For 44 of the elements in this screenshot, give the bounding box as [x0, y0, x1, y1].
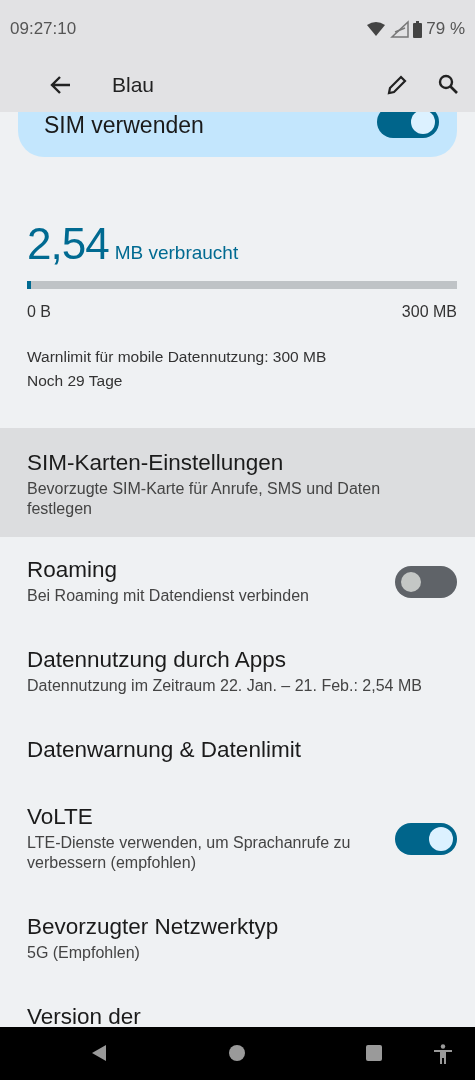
settings-item[interactable]: Bevorzugter Netzwerktyp 5G (Empfohlen) [0, 894, 475, 984]
battery-level: 79 % [426, 19, 465, 39]
warning-limit: Warnlimit für mobile Datennutzung: 300 MB [27, 347, 328, 367]
clock: 09:27:10 [10, 19, 77, 39]
item-title: SIM-Karten-Einstellungen [27, 450, 285, 476]
settings-item[interactable]: Version der [0, 984, 475, 1027]
item-title: Datennutzung durch Apps [27, 647, 287, 673]
remaining-days: Noch 29 Tage [27, 369, 457, 393]
item-title: VoLTE [27, 804, 94, 830]
item-title: Bevorzugter Netzwerktyp [27, 914, 280, 940]
item-summary: Bevorzugte SIM-Karte für Anrufe, SMS und Daten festlegen [27, 479, 382, 519]
signal-icon [389, 20, 410, 38]
edit-button[interactable] [386, 74, 408, 96]
item-summary: LTE-Dienste verwenden, um Sprachanrufe zu verbessern (empfohlen) [27, 833, 352, 873]
usage-unit: MB verbraucht [114, 242, 239, 264]
back-button[interactable] [50, 75, 72, 95]
item-title: Roaming [27, 557, 119, 583]
item-title: Version der [27, 1004, 142, 1027]
settings-item[interactable]: SIM-Karten-Einstellungen Bevorzugte SIM-Karte für Anrufe, SMS und Daten festlegen [0, 428, 475, 537]
page-title: Blau [112, 73, 156, 97]
switch-label: SIM verwenden [44, 112, 205, 138]
settings-item[interactable]: VoLTE LTE-Dienste verwenden, um Sprachanrufe zu verbessern (empfohlen) [0, 784, 475, 894]
settings-item[interactable]: Datenwarnung & Datenlimit [0, 717, 475, 784]
battery-icon [413, 20, 423, 38]
toggle-switch[interactable] [395, 822, 457, 855]
accessibility-icon[interactable] [434, 1044, 452, 1064]
settings-item[interactable]: Datennutzung durch Apps Datennutzung im Zeitraum 22. Jan. – 21. Feb.: 2,54 MB [0, 627, 475, 717]
item-summary: Bei Roaming mit Datendienst verbinden [27, 586, 310, 606]
toggle-switch[interactable] [395, 565, 457, 598]
wifi-icon [367, 22, 386, 36]
back-arrow-icon [50, 75, 72, 95]
usage-amount: 2,54 [27, 219, 109, 269]
pencil-icon [386, 74, 408, 96]
back-icon[interactable] [91, 1045, 107, 1061]
home-icon[interactable] [229, 1045, 245, 1061]
toggle-switch[interactable] [377, 112, 439, 138]
search-icon [438, 74, 459, 95]
settings-item[interactable]: Roaming Bei Roaming mit Datendienst verbinden [0, 537, 475, 627]
item-summary: Datennutzung im Zeitraum 22. Jan. – 21. Feb.: 2,54 MB [27, 676, 423, 696]
item-title: Datenwarnung & Datenlimit [27, 737, 302, 763]
search-button[interactable] [438, 74, 459, 96]
bar-min-label: 0 B [27, 303, 51, 321]
bar-max-label: 300 MB [401, 303, 457, 321]
item-summary: 5G (Empfohlen) [27, 943, 141, 963]
